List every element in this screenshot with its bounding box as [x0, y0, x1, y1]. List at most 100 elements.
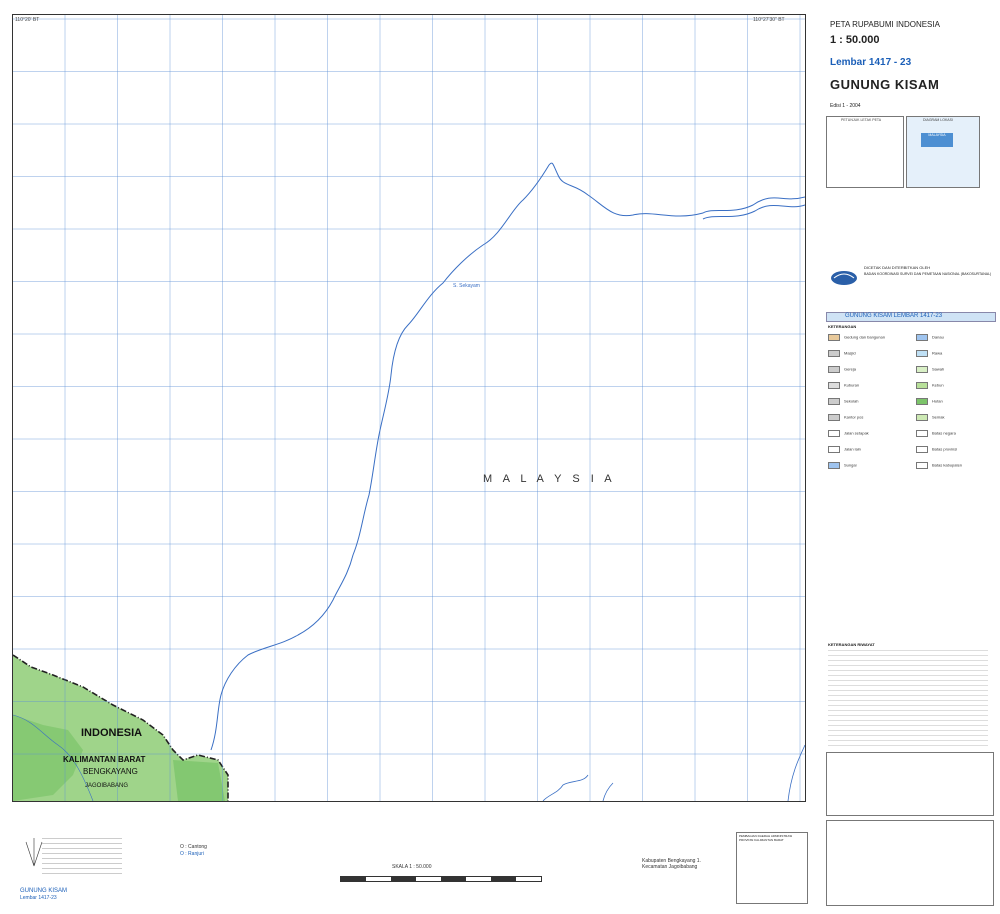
legend-title-bar: GUNUNG KISAM LEMBAR 1417-23 [826, 312, 996, 322]
corner-coord-tr: 110°27'30" BT [753, 17, 785, 23]
legend-symbol [916, 446, 928, 453]
map-canvas [13, 15, 805, 801]
legend-item: Sungai [828, 462, 857, 469]
legend-symbol [828, 350, 840, 357]
legend-label: Jalan lain [844, 446, 861, 452]
utm-table [826, 820, 994, 906]
map-sidebar: PETA RUPABUMI INDONESIA 1 : 50.000 Lemba… [818, 0, 1000, 914]
agency-line2: BADAN KOORDINASI SURVEI DAN PEMETAAN NAS… [864, 272, 992, 276]
legend-label: Sekolah [844, 398, 859, 404]
index-title: PETUNJUK LETAK PETA [841, 118, 882, 122]
legend-item: Rawa [916, 350, 943, 357]
legend-symbol [916, 334, 928, 341]
footer-sheet: Lembar 1417-23 [20, 895, 57, 901]
legend-item: Kuburan [828, 382, 860, 389]
legend-label: Masjid [844, 350, 856, 356]
land-patch [173, 760, 225, 801]
legend-symbol [828, 366, 840, 373]
corner-coord-tl: 110°20' BT [15, 17, 40, 23]
legend-item: Jalan setapak [828, 430, 869, 437]
legend-item: Masjid [828, 350, 856, 357]
scale-title: 1 : 50.000 [830, 34, 880, 46]
map-frame[interactable]: 110°20' BT 110°27'30" BT M A L A Y S I A… [12, 14, 806, 802]
legend-item: Danau [916, 334, 944, 341]
sheet-number: Lembar 1417 - 23 [830, 57, 912, 68]
river-tributary-bottom [542, 774, 589, 801]
legend-label: Kebun [932, 382, 944, 388]
legend-symbol [828, 334, 840, 341]
river-tributary-bottom2 [602, 782, 614, 801]
legend-symbol [828, 430, 840, 437]
legend-item: Kebun [916, 382, 944, 389]
edition: Edisi 1 - 2004 [830, 103, 861, 109]
notes-heading: KETERANGAN RIWAYAT [828, 642, 875, 647]
legend-label: Batas negara [932, 430, 956, 436]
legend-label: Kuburan [844, 382, 860, 388]
agency-line1: DICETAK DAN DITERBITKAN OLEH [864, 265, 931, 270]
legend-symbol [916, 462, 928, 469]
river-main [210, 162, 805, 751]
legend-heading: KETERANGAN [828, 324, 857, 329]
legend-item: Batas negara [916, 430, 956, 437]
legend-symbol [828, 398, 840, 405]
country-label-indonesia: INDONESIA [81, 727, 143, 739]
legend-label: Sungai [844, 462, 857, 468]
country-label-malaysia: M A L A Y S I A [483, 473, 616, 485]
legend-item: Sawah [916, 366, 945, 373]
legend-label: Batas provinsi [932, 446, 958, 452]
river-label: S. Sekayam [453, 283, 480, 289]
footer-name: GUNUNG KISAM [20, 888, 68, 894]
admin-diagram-title: PEMBAGIAN DAERAH ADMINISTRASI PROVINSI K… [739, 834, 793, 842]
legend-item: Batas provinsi [916, 446, 958, 453]
legend-label: Rawa [932, 350, 943, 356]
legend-item: Semak [916, 414, 945, 421]
legend-item: Gereja [828, 366, 857, 373]
diagram-title: DIAGRAM LOKASI [923, 118, 953, 122]
legend-label: Danau [932, 334, 944, 340]
legend-symbol [828, 382, 840, 389]
coordinate-table [826, 752, 994, 816]
notes-text [828, 650, 988, 750]
legend-symbol [916, 430, 928, 437]
legend-symbol [916, 366, 928, 373]
legend-symbol [916, 382, 928, 389]
province-label: KALIMANTAN BARAT [63, 755, 146, 764]
location-diagram: DIAGRAM LOKASI MALAYSIA [906, 116, 980, 188]
legend-item: Gedung dan bangunan [828, 334, 885, 341]
legend-label: Jalan setapak [844, 430, 869, 436]
legend-item: Kantor pos [828, 414, 863, 421]
admin-note: Kabupaten Bengkayang 1. Kecamatan Jagoib… [642, 858, 701, 870]
legend-symbol [916, 398, 928, 405]
legend-symbol [916, 414, 928, 421]
series-title: PETA RUPABUMI INDONESIA [830, 20, 940, 29]
legend-symbol [828, 446, 840, 453]
legend-label: Batas kabupaten [932, 462, 963, 468]
legend-label: Semak [932, 414, 945, 420]
scale-label: SKALA 1 : 50.000 [392, 864, 432, 870]
grid-lines [13, 15, 805, 801]
legend-note-2: O : Ranjuri [180, 851, 204, 857]
legend-note-1: O : Cantong [180, 844, 207, 850]
legend-label: Sawah [932, 366, 945, 372]
legend-item: Hutan [916, 398, 943, 405]
legend-item: Sekolah [828, 398, 859, 405]
agency-logo [831, 271, 857, 285]
scale-bar [340, 876, 542, 882]
legend-label: Hutan [932, 398, 943, 404]
river-wide-upper [702, 204, 805, 220]
legend-symbol [828, 462, 840, 469]
admin-diagram: PEMBAGIAN DAERAH ADMINISTRASI PROVINSI K… [736, 832, 808, 904]
district-label: BENGKAYANG [83, 767, 138, 776]
legend-title: GUNUNG KISAM LEMBAR 1417-23 [845, 313, 943, 319]
legend-symbol [828, 414, 840, 421]
legend-item: Batas kabupaten [916, 462, 963, 469]
legend-item: Jalan lain [828, 446, 861, 453]
index-map: PETUNJUK LETAK PETA [826, 116, 904, 188]
subdistrict-label: JAGOIBABANG [85, 783, 129, 789]
river-tributary-right [787, 744, 805, 801]
legend-symbol [916, 350, 928, 357]
declination-note [42, 838, 122, 878]
legend-label: Gedung dan bangunan [844, 334, 885, 340]
legend-label: Gereja [844, 366, 857, 372]
diagram-highlight: MALAYSIA [921, 133, 953, 147]
